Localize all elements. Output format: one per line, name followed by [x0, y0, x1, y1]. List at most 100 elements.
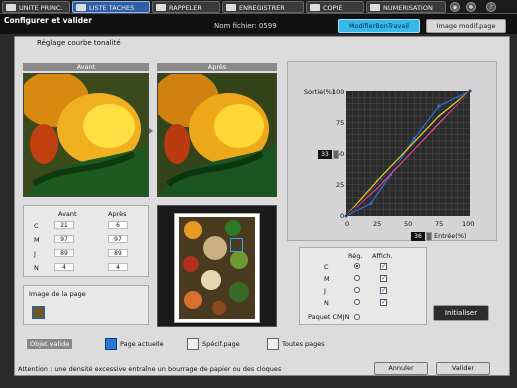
- curve-point: [376, 187, 378, 190]
- reg-radio-c[interactable]: [354, 263, 360, 269]
- channel-selection-box: Rég. Affich. C M J N Paquet CMJN: [299, 247, 427, 325]
- input-value[interactable]: 36: [411, 232, 425, 241]
- tone-curve-graph: Sortie(%) 100 75 50 25 0 0 25 50 75 100 …: [287, 61, 497, 241]
- tab-copie[interactable]: COPIE: [306, 1, 364, 13]
- input-stepper[interactable]: [426, 232, 432, 241]
- globe-icon[interactable]: ◉: [450, 2, 460, 12]
- machine-icon: [6, 4, 16, 11]
- list-icon: [76, 4, 86, 11]
- y-tick-25: 25: [336, 181, 345, 189]
- affich-check-j[interactable]: [380, 286, 387, 294]
- affich-check-c[interactable]: [380, 262, 387, 270]
- curve-point[interactable]: [412, 136, 416, 141]
- curve-point: [469, 90, 471, 92]
- x-axis-label: Entrée(%): [434, 232, 467, 240]
- warning-text: Attention : une densité excessive entraî…: [18, 365, 282, 373]
- tab-numerisation[interactable]: NUMERISATION: [366, 1, 446, 13]
- curve-point: [438, 122, 440, 125]
- value-n-before: 4: [54, 263, 74, 271]
- modifier-bon-travail-button[interactable]: ModifierBonTravail: [338, 19, 420, 33]
- unselected-box-icon: [267, 338, 279, 350]
- zone-marker: [230, 238, 243, 252]
- reg-label-m: M: [324, 275, 330, 283]
- value-n-after: 4: [108, 263, 128, 271]
- page-image-label: Image de la page: [29, 290, 86, 298]
- paquet-cmjn-radio[interactable]: [354, 314, 360, 320]
- output-stepper[interactable]: [333, 150, 339, 159]
- help-icon[interactable]: ?: [486, 2, 496, 12]
- before-header: Avant: [23, 63, 149, 71]
- arrow-right-icon: [149, 128, 153, 134]
- selected-box-icon: [105, 338, 117, 350]
- curve-point: [407, 147, 409, 150]
- toutes-pages-option[interactable]: Toutes pages: [267, 338, 325, 350]
- row-label-m: M: [34, 236, 40, 244]
- y-tick-0: 0: [340, 212, 345, 220]
- value-m-after: 97: [108, 235, 128, 243]
- x-tick-0: 0: [345, 220, 350, 228]
- curve-point: [376, 185, 378, 187]
- reg-radio-j[interactable]: [354, 287, 360, 293]
- before-image: [23, 73, 149, 197]
- image-modif-page-button[interactable]: Image modif.page: [426, 19, 506, 33]
- output-value[interactable]: 33: [318, 150, 332, 159]
- recall-icon: [156, 4, 166, 11]
- save-icon: [226, 4, 236, 11]
- preview-paper[interactable]: [174, 213, 260, 323]
- tab-liste-taches[interactable]: LISTE TACHES: [72, 1, 150, 13]
- y-tick-100: 100: [332, 88, 345, 96]
- scan-icon: [370, 4, 380, 11]
- unselected-box-icon: [187, 338, 199, 350]
- value-j-after: 89: [108, 249, 128, 257]
- affich-check-m[interactable]: [380, 274, 387, 282]
- row-label-c: C: [34, 222, 39, 230]
- page-preview: [157, 205, 277, 327]
- paquet-cmjn-label: Paquet CMJN: [308, 313, 350, 321]
- col-affich-header: Affich.: [372, 252, 393, 260]
- footer: Attention : une densité excessive entraî…: [14, 362, 510, 376]
- curve-point[interactable]: [437, 104, 441, 108]
- value-c-after: 6: [108, 221, 128, 229]
- after-image: [157, 73, 277, 197]
- x-tick-50: 50: [404, 220, 413, 228]
- main-panel: Réglage courbe tonalité Avant Après Avan…: [14, 36, 510, 376]
- reg-radio-m[interactable]: [354, 275, 360, 281]
- cancel-button[interactable]: Annuler: [374, 362, 428, 375]
- objet-valide-row: Objet valide Page actuelle Spécif.page T…: [23, 335, 507, 353]
- page-image-box: Image de la page: [23, 285, 149, 325]
- curve-point[interactable]: [369, 201, 373, 206]
- settings-icon[interactable]: ✱: [466, 2, 476, 12]
- initialiser-button[interactable]: Initialiser: [433, 305, 489, 321]
- y-axis-label: Sortie(%): [304, 88, 335, 96]
- x-tick-25: 25: [373, 220, 382, 228]
- x-tick-75: 75: [435, 220, 444, 228]
- value-c-before: 21: [54, 221, 74, 229]
- objet-valide-label: Objet valide: [27, 339, 73, 349]
- value-j-before: 89: [54, 249, 74, 257]
- page-thumbnail[interactable]: [32, 306, 45, 319]
- page-actuelle-option[interactable]: Page actuelle: [105, 338, 164, 350]
- row-label-j: J: [34, 250, 36, 258]
- curve-point: [407, 155, 409, 157]
- col-before-header: Avant: [58, 210, 77, 218]
- panel-subtitle: Réglage courbe tonalité: [37, 39, 121, 47]
- tab-unite-princ[interactable]: UNITE PRINC.: [2, 1, 70, 13]
- affich-check-n[interactable]: [380, 298, 387, 306]
- curve-point: [438, 120, 440, 122]
- validate-button[interactable]: Valider: [436, 362, 490, 375]
- reg-radio-n[interactable]: [354, 299, 360, 305]
- row-label-n: N: [34, 264, 39, 272]
- x-tick-100: 100: [462, 220, 475, 228]
- value-m-before: 97: [54, 235, 74, 243]
- page-title: Configurer et valider: [4, 16, 92, 25]
- top-tab-bar: UNITE PRINC. LISTE TACHES RAPPELER ENREG…: [0, 0, 517, 14]
- col-reg-header: Rég.: [348, 252, 363, 260]
- tab-rappeler[interactable]: RAPPELER: [152, 1, 220, 13]
- curve-point: [376, 180, 378, 182]
- reg-label-c: C: [324, 263, 329, 271]
- curve-point: [438, 115, 440, 117]
- tab-enregistrer[interactable]: ENREGISTRER: [222, 1, 304, 13]
- specif-page-option[interactable]: Spécif.page: [187, 338, 240, 350]
- density-table: Avant Après C 21 6 M 97 97 J 89 89 N 4 4: [23, 205, 149, 277]
- bottom-strip: [0, 378, 517, 388]
